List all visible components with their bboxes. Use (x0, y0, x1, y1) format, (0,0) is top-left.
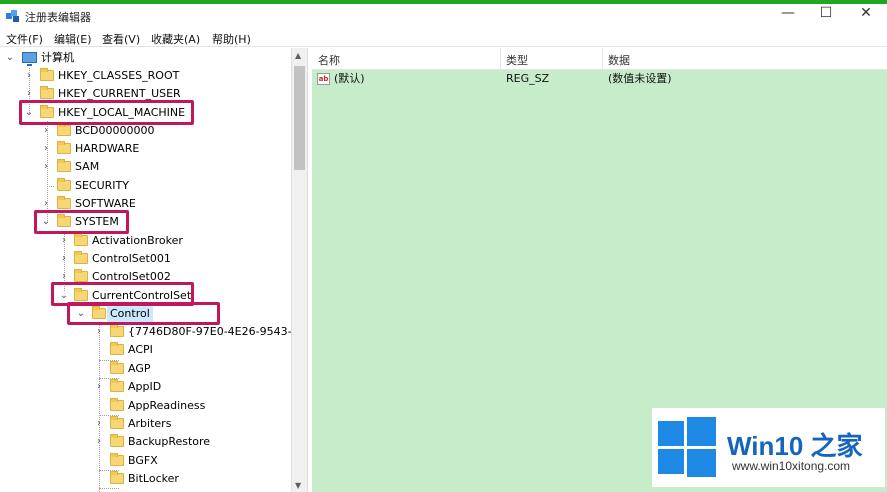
highlight-box-system (34, 210, 129, 234)
column-header-name[interactable]: 名称 (318, 52, 340, 68)
highlight-box-hklm (19, 100, 194, 125)
tree-item-control-child[interactable]: › BackupRestore (0, 433, 291, 451)
folder-icon (110, 379, 124, 392)
folder-icon (57, 178, 71, 191)
close-button[interactable]: ✕ (844, 4, 887, 28)
maximize-button[interactable]: ☐ (804, 4, 848, 28)
chevron-right-icon[interactable]: › (94, 323, 104, 341)
chevron-down-icon[interactable]: ⌄ (5, 49, 15, 67)
folder-icon (57, 141, 71, 154)
tree-item-label: ControlSet001 (92, 252, 171, 265)
folder-icon (110, 471, 124, 484)
title-bar: 注册表编辑器 — ☐ ✕ (0, 4, 887, 28)
folder-icon (110, 342, 124, 355)
folder-icon (110, 361, 124, 374)
tree-item-control-child[interactable]: › AppID (0, 378, 291, 396)
column-divider[interactable] (602, 48, 603, 70)
scroll-up-arrow-icon[interactable]: ▲ (295, 51, 301, 60)
list-item[interactable]: ab (默认) REG_SZ (数值未设置) (312, 70, 887, 88)
folder-icon (40, 86, 54, 99)
tree-item-activationbroker[interactable]: › ActivationBroker (0, 232, 240, 250)
tree-item-hkey-classes-root[interactable]: › HKEY_CLASSES_ROOT (0, 67, 220, 85)
tree-item-label: AppID (128, 380, 162, 393)
tree-item-label: ACPI (128, 343, 153, 356)
tree-item-label: AppReadiness (128, 399, 206, 412)
tree-scrollbar[interactable]: ▲ ▼ (291, 48, 307, 492)
regedit-app-icon (6, 10, 19, 22)
tree-item-label: {7746D80F-97E0-4E26-9543-26 (128, 325, 291, 338)
tree-item-label: HKEY_CLASSES_ROOT (58, 69, 180, 82)
site-watermark: Win10 之家 www.win10xitong.com (652, 408, 885, 487)
tree-item-label: BGFX (128, 454, 158, 467)
menu-favorites[interactable]: 收藏夹(A) (151, 31, 200, 47)
tree-item-label: HARDWARE (75, 142, 140, 155)
tree-item-sam[interactable]: › SAM (0, 158, 220, 176)
tree-item-hardware[interactable]: › HARDWARE (0, 140, 220, 158)
column-divider[interactable] (500, 48, 501, 70)
tree-item-control-child[interactable]: › Arbiters (0, 415, 291, 433)
scroll-thumb[interactable] (294, 66, 305, 170)
folder-icon (110, 324, 124, 337)
menu-edit[interactable]: 编辑(E) (54, 31, 92, 47)
value-data: (数值未设置) (608, 72, 672, 85)
tree-item-label: SAM (75, 160, 100, 173)
folder-icon (110, 398, 124, 411)
folder-icon (57, 159, 71, 172)
value-name: (默认) (334, 72, 365, 85)
tree-item-security[interactable]: SECURITY (0, 177, 220, 195)
menu-view[interactable]: 查看(V) (102, 31, 140, 47)
folder-icon (110, 434, 124, 447)
tree-item-label: SECURITY (75, 179, 129, 192)
tree-item-label: BackupRestore (128, 435, 211, 448)
folder-icon (74, 251, 88, 264)
tree-item-control-child[interactable]: BGFX (0, 452, 291, 470)
tree-item-label: Arbiters (128, 417, 172, 430)
windows-logo-icon (658, 417, 716, 477)
tree-item-control-child[interactable]: AppReadiness (0, 397, 291, 415)
tree-item-controlset001[interactable]: › ControlSet001 (0, 250, 240, 268)
tree-item-control-child[interactable]: › {7746D80F-97E0-4E26-9543-26 (0, 323, 291, 341)
tree-item-label: BitLocker (128, 472, 179, 485)
watermark-url: www.win10xitong.com (732, 459, 851, 473)
computer-icon (22, 52, 37, 66)
column-header-data[interactable]: 数据 (608, 52, 630, 68)
tree-item-computer[interactable]: ⌄ 计算机 (0, 49, 200, 67)
chevron-right-icon[interactable]: › (41, 158, 51, 176)
menu-help[interactable]: 帮助(H) (212, 31, 251, 47)
column-header-type[interactable]: 类型 (506, 52, 528, 68)
highlight-box-control (67, 302, 220, 325)
folder-icon (110, 453, 124, 466)
chevron-right-icon[interactable]: › (94, 433, 104, 451)
tree-connector (99, 488, 119, 489)
tree-item-label: ActivationBroker (92, 234, 183, 247)
folder-icon (57, 196, 71, 209)
tree-item-label: 计算机 (41, 51, 74, 64)
registry-tree[interactable]: ⌄ 计算机 › HKEY_CLASSES_ROOT › HKEY_CURRENT… (0, 48, 291, 492)
chevron-right-icon[interactable]: › (94, 378, 104, 396)
folder-icon (110, 416, 124, 429)
folder-icon (74, 233, 88, 246)
menu-file[interactable]: 文件(F) (6, 31, 43, 47)
chevron-right-icon[interactable]: › (41, 140, 51, 158)
menu-bar: 文件(F) 编辑(E) 查看(V) 收藏夹(A) 帮助(H) (0, 28, 887, 47)
chevron-right-icon[interactable]: › (59, 232, 69, 250)
window-title: 注册表编辑器 (25, 11, 91, 24)
chevron-right-icon[interactable]: › (59, 250, 69, 268)
chevron-right-icon[interactable]: › (94, 415, 104, 433)
tree-item-control-child[interactable]: AGP (0, 360, 291, 378)
chevron-right-icon[interactable]: › (24, 67, 34, 85)
tree-item-control-child[interactable]: BitLocker (0, 470, 291, 488)
tree-item-control-child[interactable]: ACPI (0, 341, 291, 359)
value-type: REG_SZ (506, 72, 550, 85)
folder-icon (40, 68, 54, 81)
folder-icon (74, 269, 88, 282)
watermark-title: Win10 之家 (727, 431, 863, 461)
tree-item-label: AGP (128, 362, 151, 375)
scroll-down-arrow-icon[interactable]: ▼ (295, 481, 301, 490)
list-header: 名称 类型 数据 (312, 48, 887, 70)
string-value-icon: ab (317, 73, 330, 85)
folder-icon (57, 123, 71, 136)
